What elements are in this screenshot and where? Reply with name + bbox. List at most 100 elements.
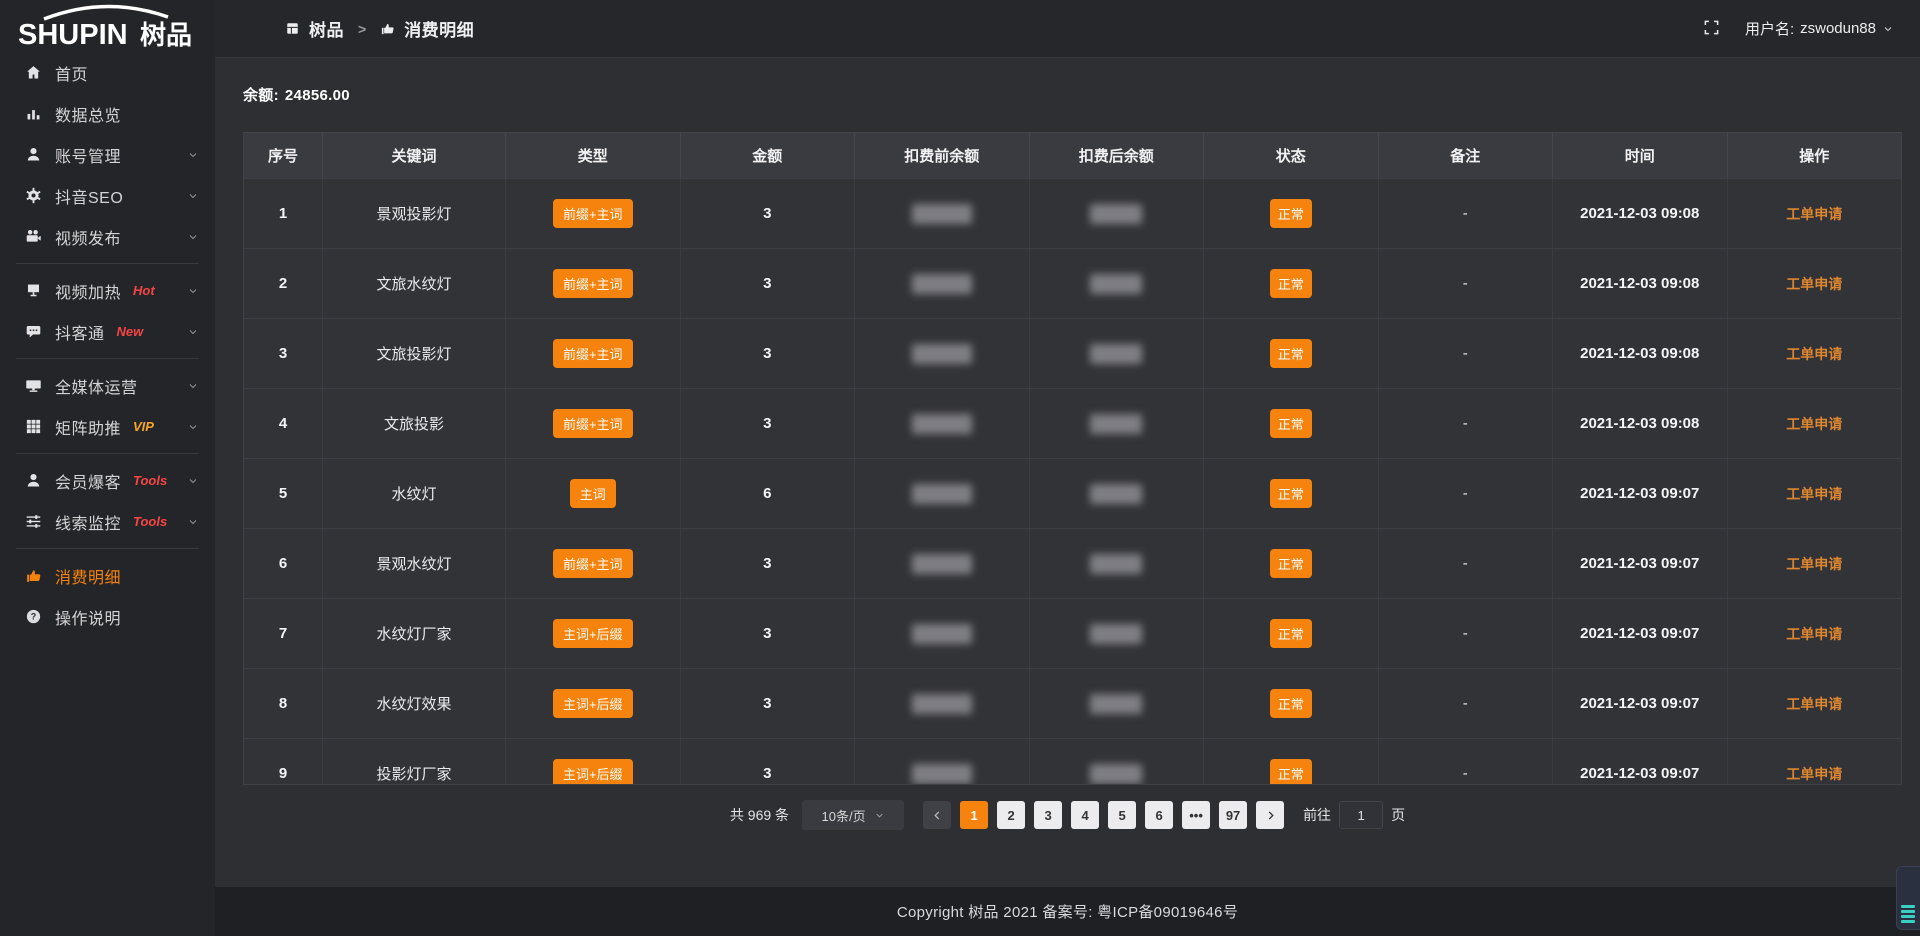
jump-suffix-label: 页 [1391,805,1405,825]
cell-action: 工单申请 [1727,459,1902,528]
redacted-value [1090,414,1142,434]
cell-status: 正常 [1203,249,1378,318]
cell-keyword: 景观投影灯 [322,179,505,248]
redacted-value [912,554,972,574]
cell-time: 2021-12-03 09:07 [1552,459,1727,528]
svg-text:?: ? [30,612,35,622]
cell-remark: - [1378,599,1553,668]
type-badge: 前缀+主词 [553,339,633,368]
cell-post-balance [1029,459,1204,528]
work-order-link[interactable]: 工单申请 [1786,274,1842,294]
type-badge: 主词 [570,479,616,508]
pagination-prev-button[interactable] [923,801,951,829]
user-dropdown[interactable]: 用户名: zswodun88 [1745,18,1894,39]
sidebar-item-video-heat[interactable]: 视频加热Hot [0,270,215,311]
cell-remark: - [1378,319,1553,388]
breadcrumb-item-shupin[interactable]: 树品 [285,16,344,41]
logo-text-en: SHUPIN [18,19,128,50]
work-order-link[interactable]: 工单申请 [1786,764,1842,784]
cell-status: 正常 [1203,599,1378,668]
cell-index: 2 [244,249,322,318]
cell-remark: - [1378,529,1553,598]
cell-pre-balance [854,389,1029,458]
cell-type: 前缀+主词 [505,179,680,248]
sidebar-item-label: 矩阵助推 [55,415,121,439]
sidebar-item-matrix-boost[interactable]: 矩阵助推VIP [0,406,215,447]
gear-icon [24,187,42,205]
type-badge: 前缀+主词 [553,409,633,438]
table-row: 2文旅水纹灯前缀+主词3正常-2021-12-03 09:08工单申请 [244,248,1901,318]
sidebar-divider [16,548,199,549]
fullscreen-icon[interactable] [1703,19,1723,39]
work-order-link[interactable]: 工单申请 [1786,204,1842,224]
pagination-page-97[interactable]: 97 [1219,801,1247,829]
cell-amount: 3 [680,319,855,388]
page-jump-input[interactable] [1339,801,1383,829]
table-row: 6景观水纹灯前缀+主词3正常-2021-12-03 09:07工单申请 [244,528,1901,598]
pagination-page-2[interactable]: 2 [997,801,1025,829]
sidebar-item-clue-monitor[interactable]: 线索监控Tools [0,501,215,542]
page-size-value: 10条/页 [822,806,866,825]
cell-post-balance [1029,529,1204,598]
sidebar-item-account-management[interactable]: 账号管理 [0,134,215,175]
sidebar-divider [16,358,199,359]
redacted-value [912,274,972,294]
work-order-link[interactable]: 工单申请 [1786,344,1842,364]
cell-amount: 3 [680,739,855,785]
cell-time: 2021-12-03 09:08 [1552,249,1727,318]
work-order-link[interactable]: 工单申请 [1786,694,1842,714]
cell-pre-balance [854,249,1029,318]
pagination-page-5[interactable]: 5 [1108,801,1136,829]
sidebar-item-video-publish[interactable]: 视频发布 [0,216,215,257]
cell-status: 正常 [1203,319,1378,388]
redacted-value [1090,204,1142,224]
cell-action: 工单申请 [1727,739,1902,785]
work-order-link[interactable]: 工单申请 [1786,414,1842,434]
cell-amount: 3 [680,389,855,458]
pagination-page-3[interactable]: 3 [1034,801,1062,829]
cell-pre-balance [854,179,1029,248]
work-order-link[interactable]: 工单申请 [1786,484,1842,504]
work-order-link[interactable]: 工单申请 [1786,624,1842,644]
cell-remark: - [1378,249,1553,318]
breadcrumb: 树品 > 消费明细 [285,16,474,41]
pagination-page-4[interactable]: 4 [1071,801,1099,829]
pagination-page-6[interactable]: 6 [1145,801,1173,829]
column-header: 扣费前余额 [854,133,1029,178]
cell-status: 正常 [1203,459,1378,528]
sidebar-item-label: 数据总览 [55,102,121,126]
breadcrumb-item-consume-detail[interactable]: 消费明细 [380,16,474,41]
sidebar-item-member-baoke[interactable]: 会员爆客Tools [0,460,215,501]
cell-index: 5 [244,459,322,528]
pagination-page-1[interactable]: 1 [960,801,988,829]
cell-action: 工单申请 [1727,529,1902,598]
sidebar-item-home[interactable]: 首页 [0,52,215,93]
cell-action: 工单申请 [1727,249,1902,318]
table-row: 1景观投影灯前缀+主词3正常-2021-12-03 09:08工单申请 [244,178,1901,248]
cell-keyword: 景观水纹灯 [322,529,505,598]
work-order-link[interactable]: 工单申请 [1786,554,1842,574]
user-icon [24,146,42,164]
cell-index: 8 [244,669,322,738]
floating-contact-widget[interactable] [1896,866,1920,930]
sidebar-item-douketong[interactable]: 抖客通New [0,311,215,352]
sidebar-item-data-overview[interactable]: 数据总览 [0,93,215,134]
sliders-icon [24,513,42,531]
cell-time: 2021-12-03 09:07 [1552,669,1727,738]
status-badge: 正常 [1270,549,1312,578]
page-size-select[interactable]: 10条/页 [802,800,904,830]
sidebar-item-media-operation[interactable]: 全媒体运营 [0,365,215,406]
cell-keyword: 文旅投影灯 [322,319,505,388]
redacted-value [1090,624,1142,644]
sidebar-item-douyin-seo[interactable]: 抖音SEO [0,175,215,216]
chevron-down-icon [187,475,199,487]
cell-remark: - [1378,389,1553,458]
cell-action: 工单申请 [1727,319,1902,388]
pagination-jump: 前往 页 [1303,801,1405,829]
cell-status: 正常 [1203,389,1378,458]
username-value: zswodun88 [1800,20,1876,37]
pagination-ellipsis-button[interactable]: ••• [1182,801,1210,829]
sidebar-item-consume-detail[interactable]: 消费明细 [0,555,215,596]
sidebar-item-operation-guide[interactable]: ?操作说明 [0,596,215,637]
pagination-next-button[interactable] [1256,801,1284,829]
